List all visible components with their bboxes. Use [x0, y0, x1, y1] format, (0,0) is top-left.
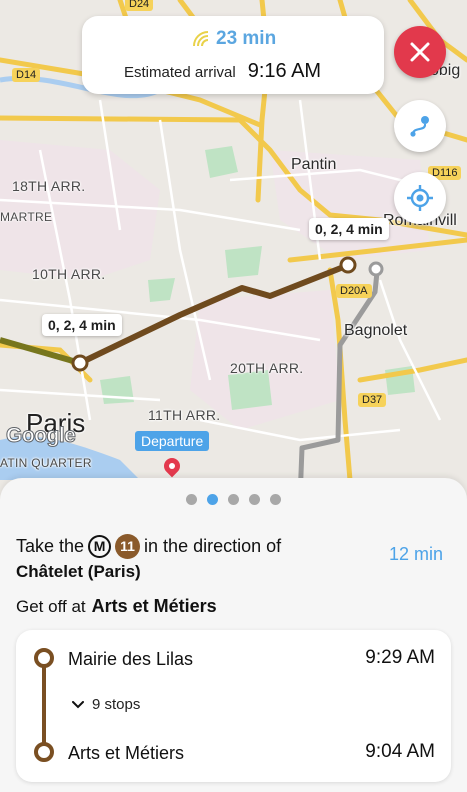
- chevron-down-icon: [72, 700, 84, 708]
- intermediate-stops-count: 9 stops: [92, 696, 141, 713]
- google-logo: Google: [5, 424, 76, 448]
- frequency-tag: 0, 2, 4 min: [309, 218, 389, 240]
- road-label-d14: D14: [12, 68, 41, 82]
- instruction-direction: in the direction of: [144, 536, 282, 556]
- frequency-tag: 0, 2, 4 min: [42, 314, 122, 336]
- intermediate-stops-toggle[interactable]: 9 stops: [72, 696, 140, 713]
- get-off-label: Get off at: [16, 597, 86, 616]
- city-label-pantin: Pantin: [291, 156, 337, 173]
- eta-live-indicator: 23 min: [192, 28, 276, 50]
- end-stop-name: Arts et Métiers: [68, 743, 185, 763]
- get-off-row: Get off at Arts et Métiers: [16, 596, 217, 617]
- road-label-d20a: D20A: [336, 284, 372, 298]
- stops-card: Mairie des Lilas 9:29 AM 9 stops Arts et…: [16, 630, 451, 782]
- eta-arrival-label: Estimated arrival: [124, 64, 236, 81]
- metro-icon: M: [88, 534, 112, 558]
- district-label-20: 20TH ARR.: [230, 360, 304, 376]
- step-instruction: Take the M 11 in the direction of Châtel…: [16, 533, 346, 585]
- route-stop-marker[interactable]: [71, 354, 89, 372]
- pager-dot-active[interactable]: [207, 494, 218, 505]
- district-label-montmartre: MARTRE: [0, 210, 53, 224]
- walk-stop-marker[interactable]: [368, 261, 384, 277]
- pager-dot[interactable]: [249, 494, 260, 505]
- live-signal-icon: [193, 31, 209, 47]
- pager-dot[interactable]: [228, 494, 239, 505]
- step-pager[interactable]: [0, 494, 467, 505]
- route-overview-button[interactable]: [394, 100, 446, 152]
- line-11-badge: 11: [115, 533, 141, 559]
- road-label-d37: D37: [358, 393, 387, 407]
- eta-card: 23 min Estimated arrival 9:16 AM: [82, 16, 384, 94]
- district-label-11: 11TH ARR.: [148, 407, 221, 423]
- close-button[interactable]: [394, 26, 446, 78]
- start-stop-time: 9:29 AM: [365, 647, 435, 668]
- start-stop-name: Mairie des Lilas: [68, 649, 194, 669]
- stop-dot-end: [34, 742, 54, 762]
- district-label-10: 10TH ARR.: [32, 266, 106, 282]
- my-location-button[interactable]: [394, 172, 446, 224]
- line-bar: [42, 658, 46, 754]
- eta-duration: 23 min: [216, 28, 277, 49]
- instruction-take: Take the: [16, 536, 85, 556]
- route-icon: [410, 116, 429, 137]
- district-label-latin-quarter: ATIN QUARTER: [0, 456, 92, 470]
- trip-step-sheet[interactable]: Take the M 11 in the direction of Châtel…: [0, 478, 467, 792]
- district-label-18: 18TH ARR.: [12, 178, 86, 194]
- eta-arrival-time: 9:16 AM: [247, 60, 322, 82]
- stop-dot-start: [34, 648, 54, 668]
- trip-screen: D24 D14 obig Pantin D116 Romainvill 18TH…: [0, 0, 467, 792]
- end-stop-time: 9:04 AM: [365, 741, 435, 762]
- pager-dot[interactable]: [270, 494, 281, 505]
- instruction-destination: Châtelet (Paris): [16, 562, 141, 581]
- get-off-stop: Arts et Métiers: [91, 596, 217, 616]
- my-location-icon: [407, 185, 433, 211]
- road-label-d24: D24: [125, 0, 154, 11]
- step-duration: 12 min: [389, 544, 444, 564]
- city-label-bagnolet: Bagnolet: [344, 322, 408, 339]
- route-stop-marker[interactable]: [339, 256, 357, 274]
- eta-arrival-row: Estimated arrival 9:16 AM: [124, 60, 321, 83]
- departure-label: Departure: [135, 431, 210, 451]
- close-icon: [410, 42, 430, 62]
- pager-dot[interactable]: [186, 494, 197, 505]
